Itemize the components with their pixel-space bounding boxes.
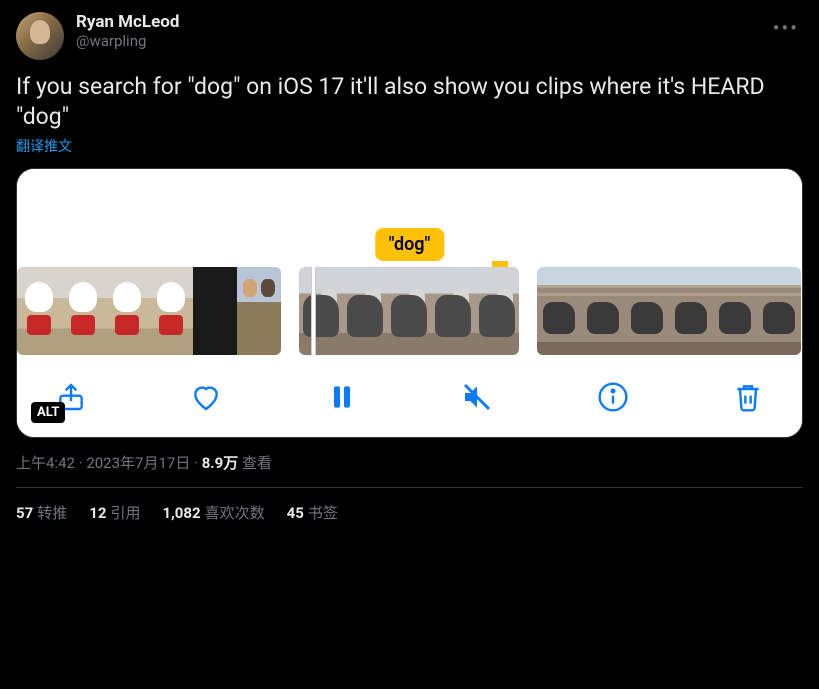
clip-thumbnail[interactable]	[299, 267, 519, 355]
views-label: 查看	[238, 454, 272, 472]
playhead[interactable]	[311, 267, 316, 355]
tweet-text: If you search for "dog" on iOS 17 it'll …	[16, 72, 803, 132]
media-card[interactable]: "dog"	[16, 168, 803, 438]
video-timeline[interactable]	[17, 261, 802, 361]
tweet-meta: 上午4:42 · 2023年7月17日 · 8.9万 查看	[16, 452, 803, 473]
info-icon[interactable]	[597, 381, 629, 413]
quotes-stat[interactable]: 12引用	[89, 502, 140, 523]
display-name: Ryan McLeod	[76, 12, 757, 32]
trash-icon[interactable]	[732, 381, 764, 413]
bookmarks-stat[interactable]: 45书签	[287, 502, 338, 523]
clip-thumbnail[interactable]	[17, 267, 281, 355]
author-names[interactable]: Ryan McLeod @warpling	[76, 12, 757, 50]
tweet-date[interactable]: 2023年7月17日	[86, 454, 190, 472]
pause-icon[interactable]	[326, 381, 358, 413]
tweet-header: Ryan McLeod @warpling •••	[16, 12, 803, 60]
clip-thumbnail[interactable]	[537, 267, 801, 355]
avatar[interactable]	[16, 12, 64, 60]
likes-stat[interactable]: 1,082喜欢次数	[162, 502, 264, 523]
more-icon[interactable]: •••	[769, 12, 803, 44]
mute-icon[interactable]	[461, 381, 493, 413]
translate-link[interactable]: 翻译推文	[16, 136, 72, 156]
tweet-stats: 57转推 12引用 1,082喜欢次数 45书签	[16, 502, 803, 523]
media-top: "dog"	[17, 169, 802, 261]
search-match-badge: "dog"	[375, 228, 445, 261]
handle: @warpling	[76, 32, 757, 50]
tweet-time[interactable]: 上午4:42	[16, 454, 75, 472]
media-toolbar	[17, 361, 802, 437]
alt-badge[interactable]: ALT	[31, 402, 65, 423]
tweet-container: Ryan McLeod @warpling ••• If you search …	[0, 0, 819, 535]
divider	[16, 487, 803, 488]
retweets-stat[interactable]: 57转推	[16, 502, 67, 523]
heart-icon[interactable]	[190, 381, 222, 413]
views-count: 8.9万	[202, 454, 239, 472]
